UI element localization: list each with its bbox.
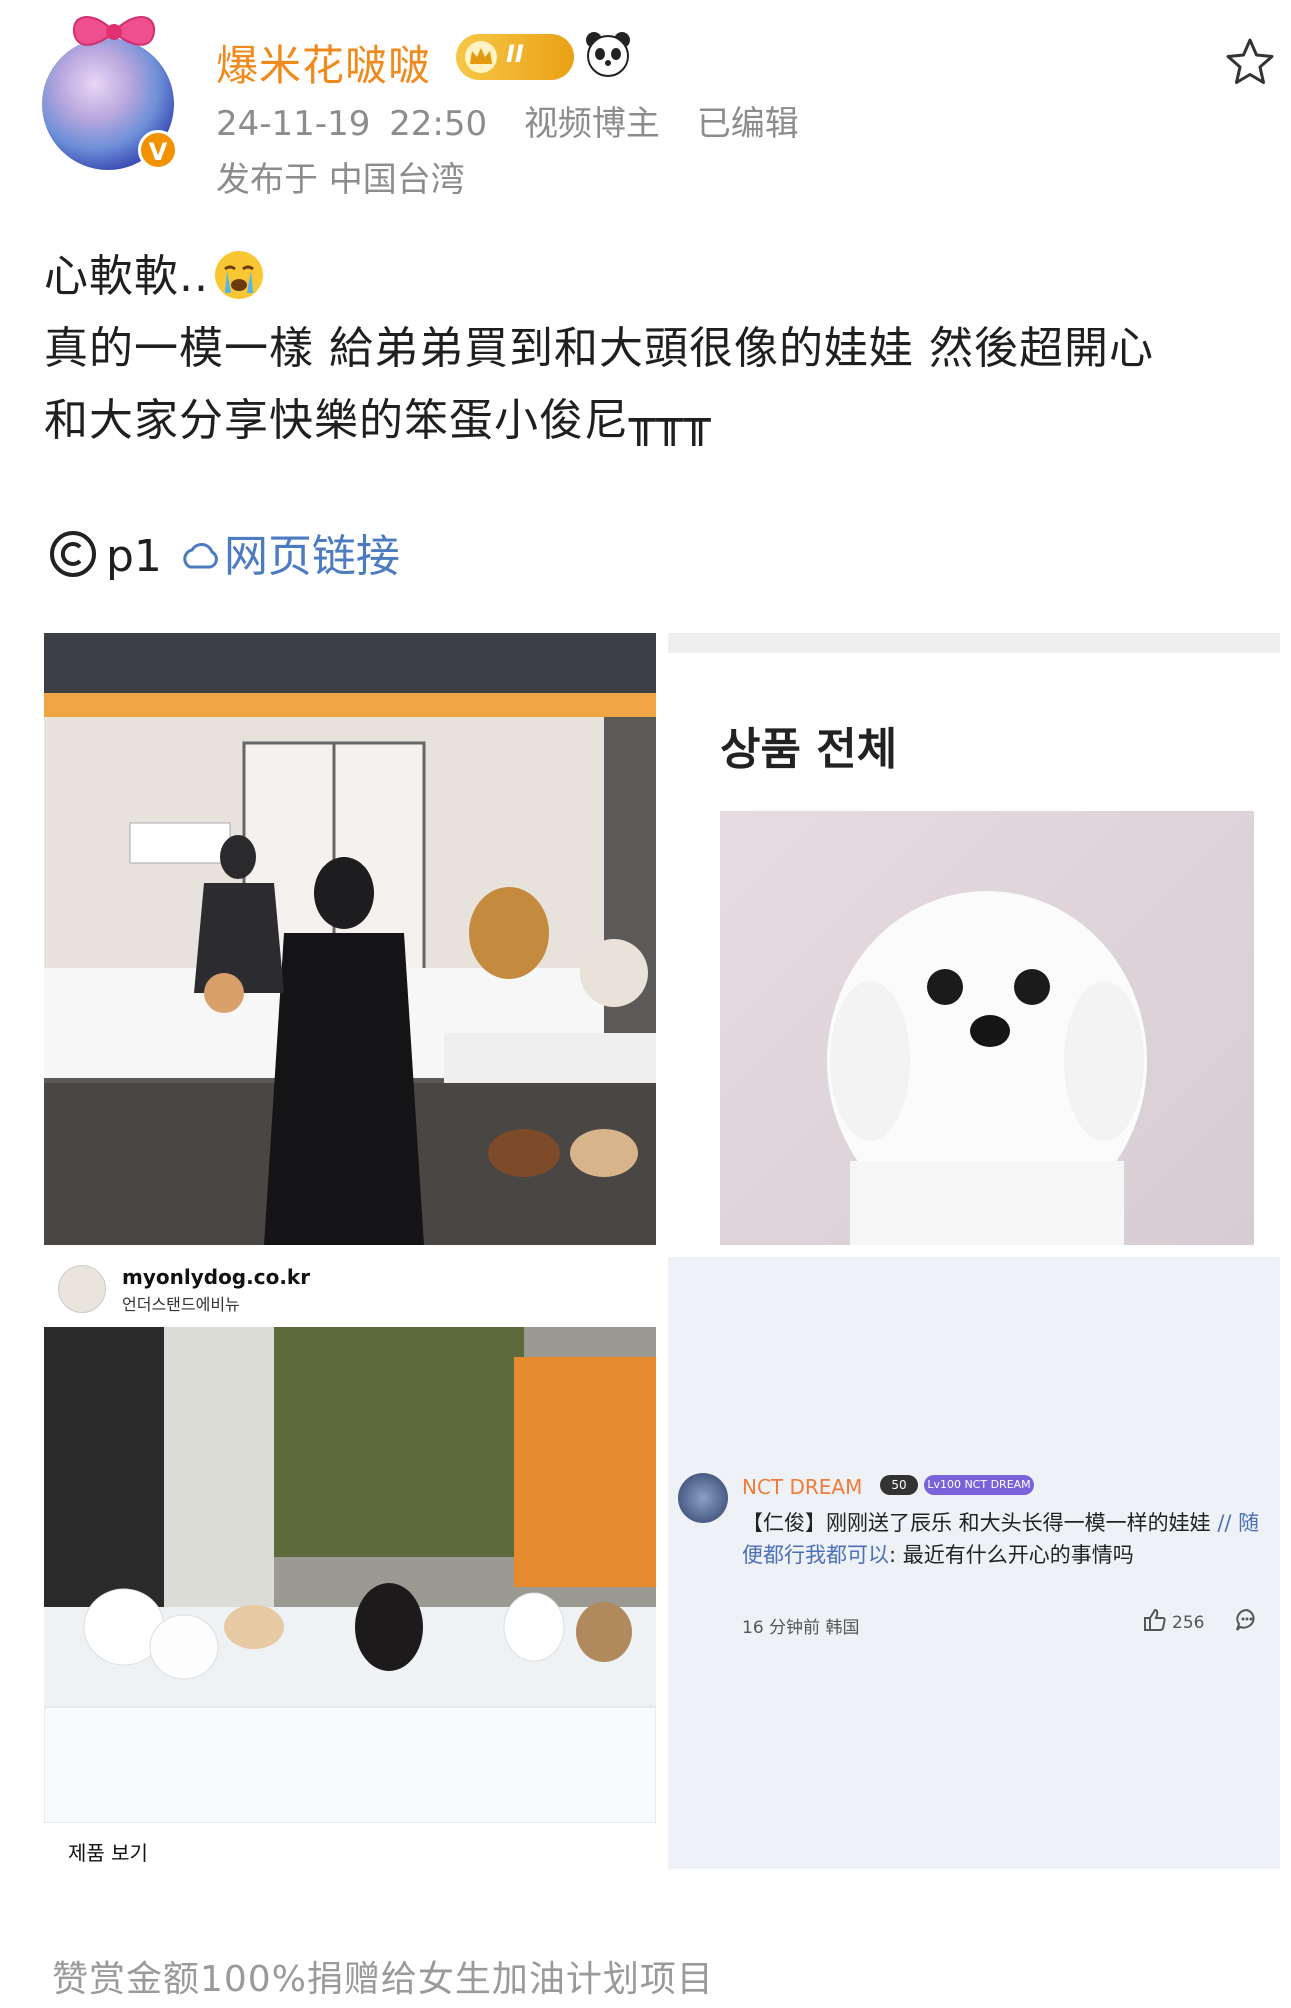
comment-suffix: : 最近有什么开心的事情吗	[889, 1543, 1134, 1567]
bow-icon	[72, 16, 156, 46]
post-image-2[interactable]: 상품 전체	[668, 633, 1280, 1245]
p1-label[interactable]: p1	[106, 531, 162, 582]
copyright-icon	[50, 531, 96, 577]
store-subtitle: 언더스탠드에비뉴	[122, 1295, 240, 1314]
post-location: 发布于 中国台湾	[216, 160, 465, 200]
like-icon	[1144, 1608, 1166, 1631]
dog-plush-photo	[720, 811, 1254, 1245]
store-avatar	[58, 1265, 106, 1313]
web-link[interactable]: 网页链接	[224, 531, 400, 582]
view-products-link[interactable]: 제품 보기	[68, 1837, 148, 1866]
fan-badge: Lv100 NCT DREAM	[924, 1475, 1034, 1495]
star-icon[interactable]	[1224, 36, 1276, 88]
link-icon	[183, 543, 218, 569]
post-timestamp: 24-11-19 22:50	[216, 104, 488, 144]
rank-level: II	[506, 40, 524, 68]
username[interactable]: 爆米花啵啵	[216, 32, 431, 93]
commenter-avatar	[678, 1473, 728, 1523]
post-text-line-1: 心軟軟..	[44, 240, 265, 304]
post-meta: 24-11-19 22:50 视频博主 已编辑	[216, 96, 817, 145]
image-top-bar	[668, 633, 1280, 653]
post-text-line-2: 真的一模一樣 給弟弟買到和大頭很像的娃娃 然後超開心	[44, 323, 1154, 374]
reward-text[interactable]: 赞赏金额100%捐赠给女生加油计划项目	[52, 1950, 714, 2002]
links-row: p1 网页链接	[48, 520, 400, 584]
rank-badge[interactable]: II	[456, 34, 574, 80]
panda-icon	[586, 32, 630, 77]
post-image-4[interactable]: NCT DREAM 50 Lv100 NCT DREAM 【仁俊】刚刚送了辰乐 …	[668, 1257, 1280, 1869]
comment-prefix: 【仁俊】刚刚送了辰乐 和大头长得一模一样的娃娃	[742, 1511, 1218, 1535]
verified-badge-icon: V	[138, 130, 178, 170]
storefront-photo	[44, 633, 656, 1245]
crown-icon	[465, 41, 497, 73]
commenter-level-badge: 50	[880, 1475, 918, 1495]
store-name: myonlydog.co.kr	[122, 1265, 311, 1289]
product-heading: 상품 전체	[720, 724, 898, 775]
post-text-1: 心軟軟..	[44, 251, 209, 302]
avatar[interactable]: V	[42, 16, 178, 170]
post-text-line-3: 和大家分享快樂的笨蛋小俊尼╥╥╥	[44, 395, 712, 446]
comment-time: 16 分钟前 韩国	[742, 1618, 860, 1638]
post-image-1[interactable]	[44, 633, 656, 1245]
comment-text: 【仁俊】刚刚送了辰乐 和大头长得一模一样的娃娃 // 随便都行我都可以: 最近有…	[742, 1507, 1262, 1571]
crying-emoji-icon	[214, 251, 263, 299]
edited-label[interactable]: 已编辑	[697, 104, 799, 144]
comment-icon	[1236, 1608, 1255, 1631]
like-count: 256	[1172, 1613, 1205, 1633]
commenter-name: NCT DREAM	[742, 1475, 863, 1499]
post-image-3[interactable]: myonlydog.co.kr 언더스탠드에비뉴 제품 보기	[44, 1257, 656, 1869]
display-photo	[44, 1327, 656, 1824]
user-role: 视频博主	[523, 104, 660, 144]
